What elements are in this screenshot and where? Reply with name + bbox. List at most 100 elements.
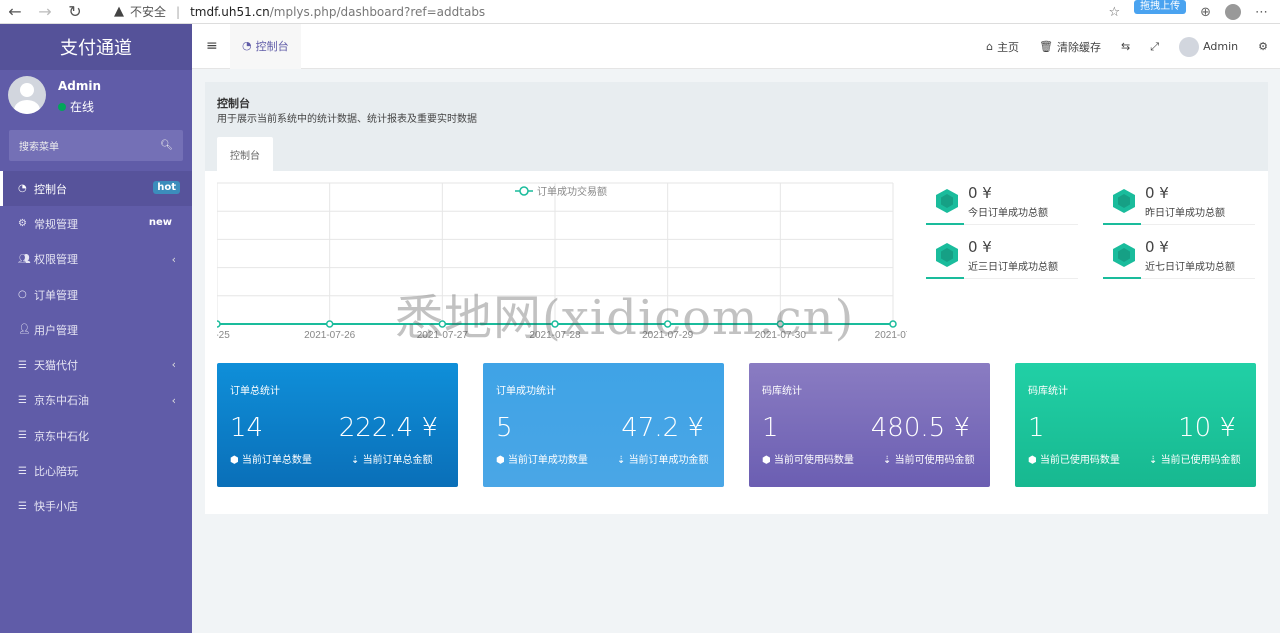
x-tick-label: 2021-07-29 bbox=[642, 330, 694, 341]
tab-dashboard-inner[interactable]: 控制台 bbox=[217, 137, 273, 171]
sort-amount-icon: ⇣ bbox=[617, 455, 629, 466]
list-icon: ☰ bbox=[18, 359, 27, 371]
sidebar-item-tmall[interactable]: ☰ 天猫代付 ‹ bbox=[0, 347, 192, 382]
back-icon[interactable]: ← bbox=[0, 0, 30, 24]
card-count-label: ⬢ 当前已使用码数量 bbox=[1028, 451, 1120, 466]
tab-dashboard[interactable]: ◔ 控制台 bbox=[230, 24, 301, 69]
card-count-text: 当前订单成功数量 bbox=[507, 455, 588, 466]
url-path: /mplys.php/dashboard?ref=addtabs bbox=[269, 4, 486, 19]
avatar bbox=[8, 76, 46, 114]
card-amount-text: 当前订单总金额 bbox=[362, 455, 433, 466]
stat-label: 近三日订单成功总额 bbox=[968, 262, 1058, 273]
fullscreen-button[interactable]: ⤢ bbox=[1150, 40, 1159, 54]
cube-icon: ⬢ bbox=[762, 455, 774, 466]
collections-icon[interactable]: ⊕ bbox=[1200, 5, 1211, 20]
stat-divider bbox=[926, 223, 1078, 225]
cube-icon: ⬢ bbox=[496, 455, 508, 466]
sidebar-item-orders[interactable]: ○ 订单管理 bbox=[0, 277, 192, 312]
card-amount-text: 当前可使用码金额 bbox=[894, 455, 975, 466]
list-icon: ☰ bbox=[18, 394, 27, 406]
sidebar-item-label: 常规管理 bbox=[34, 217, 78, 231]
code-available-card: 码库统计 1 480.5 ¥ ⬢ 当前可使用码数量 ⇣ 当前可使用码金额 bbox=[749, 363, 990, 487]
extension-button[interactable]: 拖拽上传 bbox=[1134, 0, 1187, 14]
sidebar-item-label: 快手小店 bbox=[34, 500, 78, 514]
more-icon[interactable]: ⋯ bbox=[1255, 5, 1268, 20]
cogs-icon: ⚙ bbox=[18, 218, 27, 230]
brand-logo[interactable]: 支付通道 bbox=[0, 24, 192, 70]
user-panel: Admin 在线 bbox=[0, 70, 192, 124]
clear-cache-button[interactable]: 🗑︎ 清除缓存 bbox=[1039, 39, 1101, 55]
card-count: 14 bbox=[230, 413, 264, 443]
card-amount: 10 ¥ bbox=[1178, 413, 1236, 443]
sidebar: 支付通道 Admin 在线 搜索菜单 🔍︎ ◔ 控制台 hot ⚙ 常规管理 n… bbox=[0, 24, 192, 633]
legend-label: 订单成功交易额 bbox=[537, 185, 607, 198]
users-icon: 👥︎ bbox=[18, 253, 31, 265]
sidebar-item-auth[interactable]: 👥︎ 权限管理 ‹ bbox=[0, 242, 192, 277]
forward-icon[interactable]: → bbox=[30, 0, 60, 24]
menu-toggle-icon[interactable]: ≡ bbox=[206, 38, 218, 54]
sidebar-item-users[interactable]: 👤︎ 用户管理 bbox=[0, 312, 192, 347]
settings-button[interactable]: ⚙ bbox=[1258, 40, 1268, 53]
language-button[interactable]: ⇆ bbox=[1121, 40, 1130, 53]
cube-icon: ⬢ bbox=[230, 455, 242, 466]
list-icon: ☰ bbox=[18, 465, 27, 477]
card-amount-text: 当前订单成功金额 bbox=[628, 455, 709, 466]
line-chart: 07-25 2021-07-26 2021-07-27 2021-07-28 2021-… bbox=[204, 182, 912, 347]
card-count-text: 当前可使用码数量 bbox=[773, 455, 854, 466]
card-title: 订单成功统计 bbox=[496, 386, 556, 397]
card-title: 码库统计 bbox=[762, 386, 802, 397]
sidebar-item-bixin[interactable]: ☰ 比心陪玩 bbox=[0, 453, 192, 488]
card-count: 1 bbox=[1028, 413, 1045, 443]
sidebar-item-label: 天猫代付 bbox=[34, 359, 78, 373]
address-bar[interactable]: ▲ 不安全 | tmdf.uh51.cn/mplys.php/dashboard… bbox=[114, 3, 485, 20]
user-name: Admin bbox=[58, 79, 102, 93]
stat-value: 0 ¥ bbox=[968, 184, 992, 202]
profile-avatar[interactable] bbox=[1225, 4, 1241, 20]
fullscreen-icon: ⤢ bbox=[1150, 39, 1160, 53]
dashboard-icon: ◔ bbox=[18, 183, 27, 195]
sidebar-item-label: 京东中石化 bbox=[34, 429, 89, 443]
stat-seven-days: 0 ¥ 近七日订单成功总额 bbox=[1103, 236, 1255, 282]
cube-icon: ⬢ bbox=[1028, 455, 1040, 466]
sidebar-item-jd-sinopec[interactable]: ☰ 京东中石化 bbox=[0, 418, 192, 453]
chart-svg: 07-25 2021-07-26 2021-07-27 2021-07-28 2021-… bbox=[204, 182, 912, 341]
cube-icon bbox=[936, 189, 958, 213]
user-menu[interactable]: Admin bbox=[1179, 36, 1239, 57]
card-amount: 480.5 ¥ bbox=[870, 413, 970, 443]
sidebar-search-input[interactable]: 搜索菜单 🔍︎ bbox=[9, 130, 183, 161]
online-dot-icon bbox=[58, 102, 66, 111]
favorite-icon[interactable]: ☆ bbox=[1108, 5, 1120, 20]
address-separator: | bbox=[176, 4, 181, 19]
order-total-card: 订单总统计 14 222.4 ¥ ⬢ 当前订单总数量 ⇣ 当前订单总金额 bbox=[217, 363, 458, 487]
sidebar-item-kuaishou[interactable]: ☰ 快手小店 bbox=[0, 489, 192, 524]
sidebar-item-jd-petrochina[interactable]: ☰ 京东中石油 ‹ bbox=[0, 383, 192, 418]
sidebar-item-label: 京东中石油 bbox=[34, 394, 89, 408]
page-title: 控制台 bbox=[217, 97, 250, 110]
topbar-user-name: Admin bbox=[1203, 40, 1239, 53]
sidebar-item-label: 控制台 bbox=[34, 182, 67, 196]
reload-icon[interactable]: ↻ bbox=[60, 0, 90, 24]
card-amount-label: ⇣ 当前订单总金额 bbox=[351, 451, 433, 466]
x-tick-label: 2021-07 bbox=[875, 330, 907, 341]
panel-heading: 控制台 用于展示当前系统中的统计数据、统计报表及重要实时数据 控制台 bbox=[205, 82, 1268, 171]
card-count-label: ⬢ 当前可使用码数量 bbox=[762, 451, 854, 466]
tab-label: 控制台 bbox=[255, 39, 289, 53]
home-link[interactable]: ⌂ 主页 bbox=[986, 39, 1019, 55]
card-count-label: ⬢ 当前订单总数量 bbox=[230, 451, 312, 466]
data-point bbox=[889, 320, 897, 328]
data-point bbox=[551, 320, 559, 328]
sidebar-item-label: 用户管理 bbox=[34, 323, 78, 337]
sidebar-item-label: 比心陪玩 bbox=[34, 465, 78, 479]
user-status-label: 在线 bbox=[70, 100, 95, 114]
translate-icon: ⇆ bbox=[1121, 40, 1131, 53]
sort-amount-icon: ⇣ bbox=[883, 455, 895, 466]
chevron-left-icon: ‹ bbox=[171, 393, 176, 407]
card-title: 订单总统计 bbox=[230, 386, 280, 397]
sidebar-item-general[interactable]: ⚙ 常规管理 new bbox=[0, 206, 192, 241]
sidebar-item-dashboard[interactable]: ◔ 控制台 hot bbox=[0, 171, 192, 207]
sort-amount-icon: ⇣ bbox=[1149, 455, 1161, 466]
search-icon[interactable]: 🔍︎ bbox=[160, 140, 173, 151]
home-icon: ⌂ bbox=[986, 40, 994, 53]
stat-value: 0 ¥ bbox=[968, 238, 992, 256]
avatar bbox=[1179, 36, 1200, 57]
